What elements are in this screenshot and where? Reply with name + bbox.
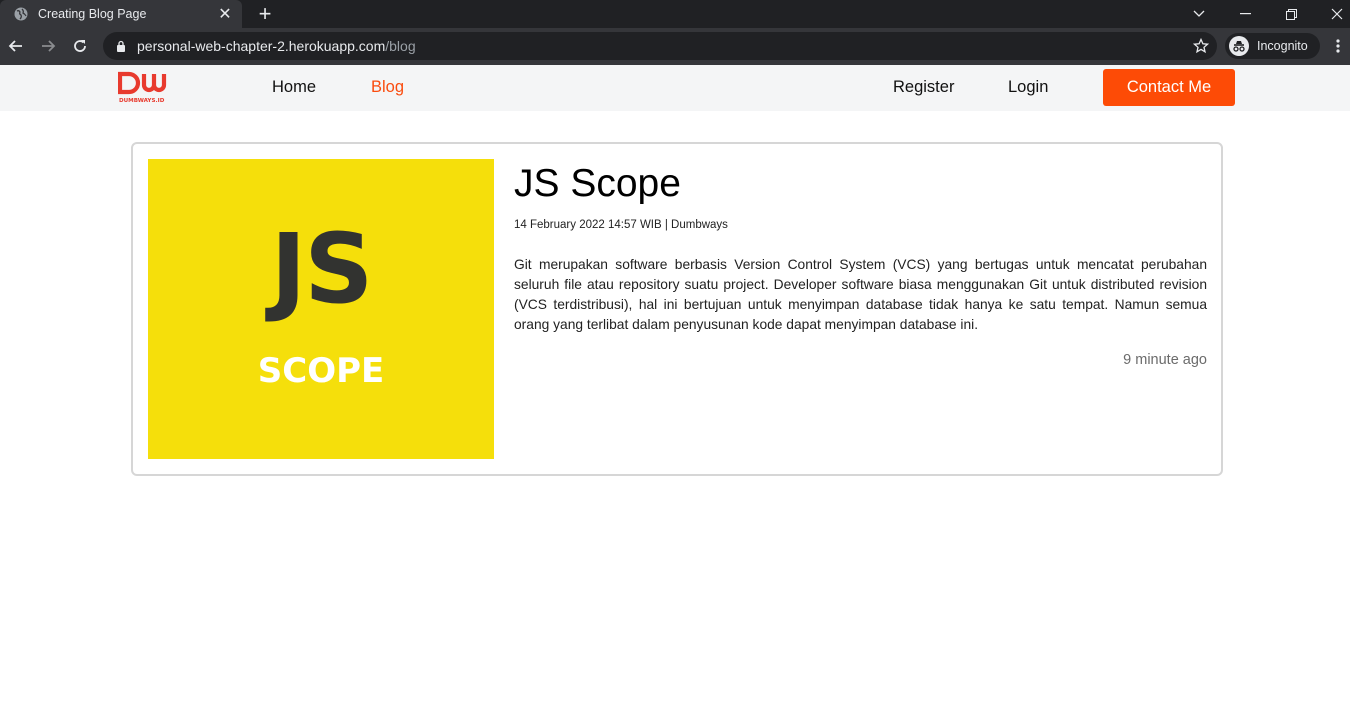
back-icon[interactable] [3,33,29,59]
browser-tab[interactable]: Creating Blog Page ✕ [0,0,242,28]
nav-link-blog[interactable]: Blog [371,78,404,97]
browser-tab-strip: Creating Blog Page ✕ + [0,0,1350,28]
forward-icon[interactable] [35,33,61,59]
browser-toolbar: personal-web-chapter-2.herokuapp.com/blo… [0,28,1350,65]
blog-post-card[interactable]: JS SCOPE JS Scope 14 February 2022 14:57… [131,142,1223,476]
lock-icon [117,40,125,52]
incognito-badge[interactable]: Incognito [1225,33,1320,59]
post-body: Git merupakan software berbasis Version … [514,257,1207,332]
nav-link-home[interactable]: Home [272,78,316,97]
url-path: /blog [385,38,416,54]
contact-me-button[interactable]: Contact Me [1103,69,1235,106]
incognito-label: Incognito [1257,39,1308,53]
thumbnail-scope-text: SCOPE [257,351,385,391]
nav-link-register[interactable]: Register [893,78,954,97]
nav-link-login[interactable]: Login [1008,78,1048,97]
post-title[interactable]: JS Scope [514,160,1207,208]
thumbnail-js-text: JS [270,213,374,325]
address-bar[interactable]: personal-web-chapter-2.herokuapp.com/blo… [103,32,1217,60]
logo-text: DUMBWAYS.ID [119,98,165,104]
bookmark-star-icon[interactable] [1193,38,1209,54]
close-window-icon[interactable] [1314,0,1350,28]
incognito-icon [1229,36,1249,56]
site-navbar: DUMBWAYS.ID Home Blog Register Login Con… [0,65,1350,111]
tab-title: Creating Blog Page [38,7,147,21]
dumbways-logo[interactable]: DUMBWAYS.ID [118,71,170,105]
restore-icon[interactable] [1268,0,1314,28]
post-meta: 14 February 2022 14:57 WIB | Dumbways [514,219,728,231]
post-thumbnail[interactable]: JS SCOPE [148,159,494,459]
new-tab-icon[interactable]: + [252,1,278,27]
post-time-ago: 9 minute ago [1123,352,1207,368]
more-menu-icon[interactable] [1328,33,1348,59]
post-content: JS Scope 14 February 2022 14:57 WIB | Du… [514,160,1207,368]
tab-close-icon[interactable]: ✕ [212,1,238,27]
reload-icon[interactable] [67,33,93,59]
globe-icon [14,7,28,21]
tab-search-icon[interactable] [1176,0,1222,28]
minimize-icon[interactable] [1222,0,1268,28]
url-host: personal-web-chapter-2.herokuapp.com [137,38,386,54]
